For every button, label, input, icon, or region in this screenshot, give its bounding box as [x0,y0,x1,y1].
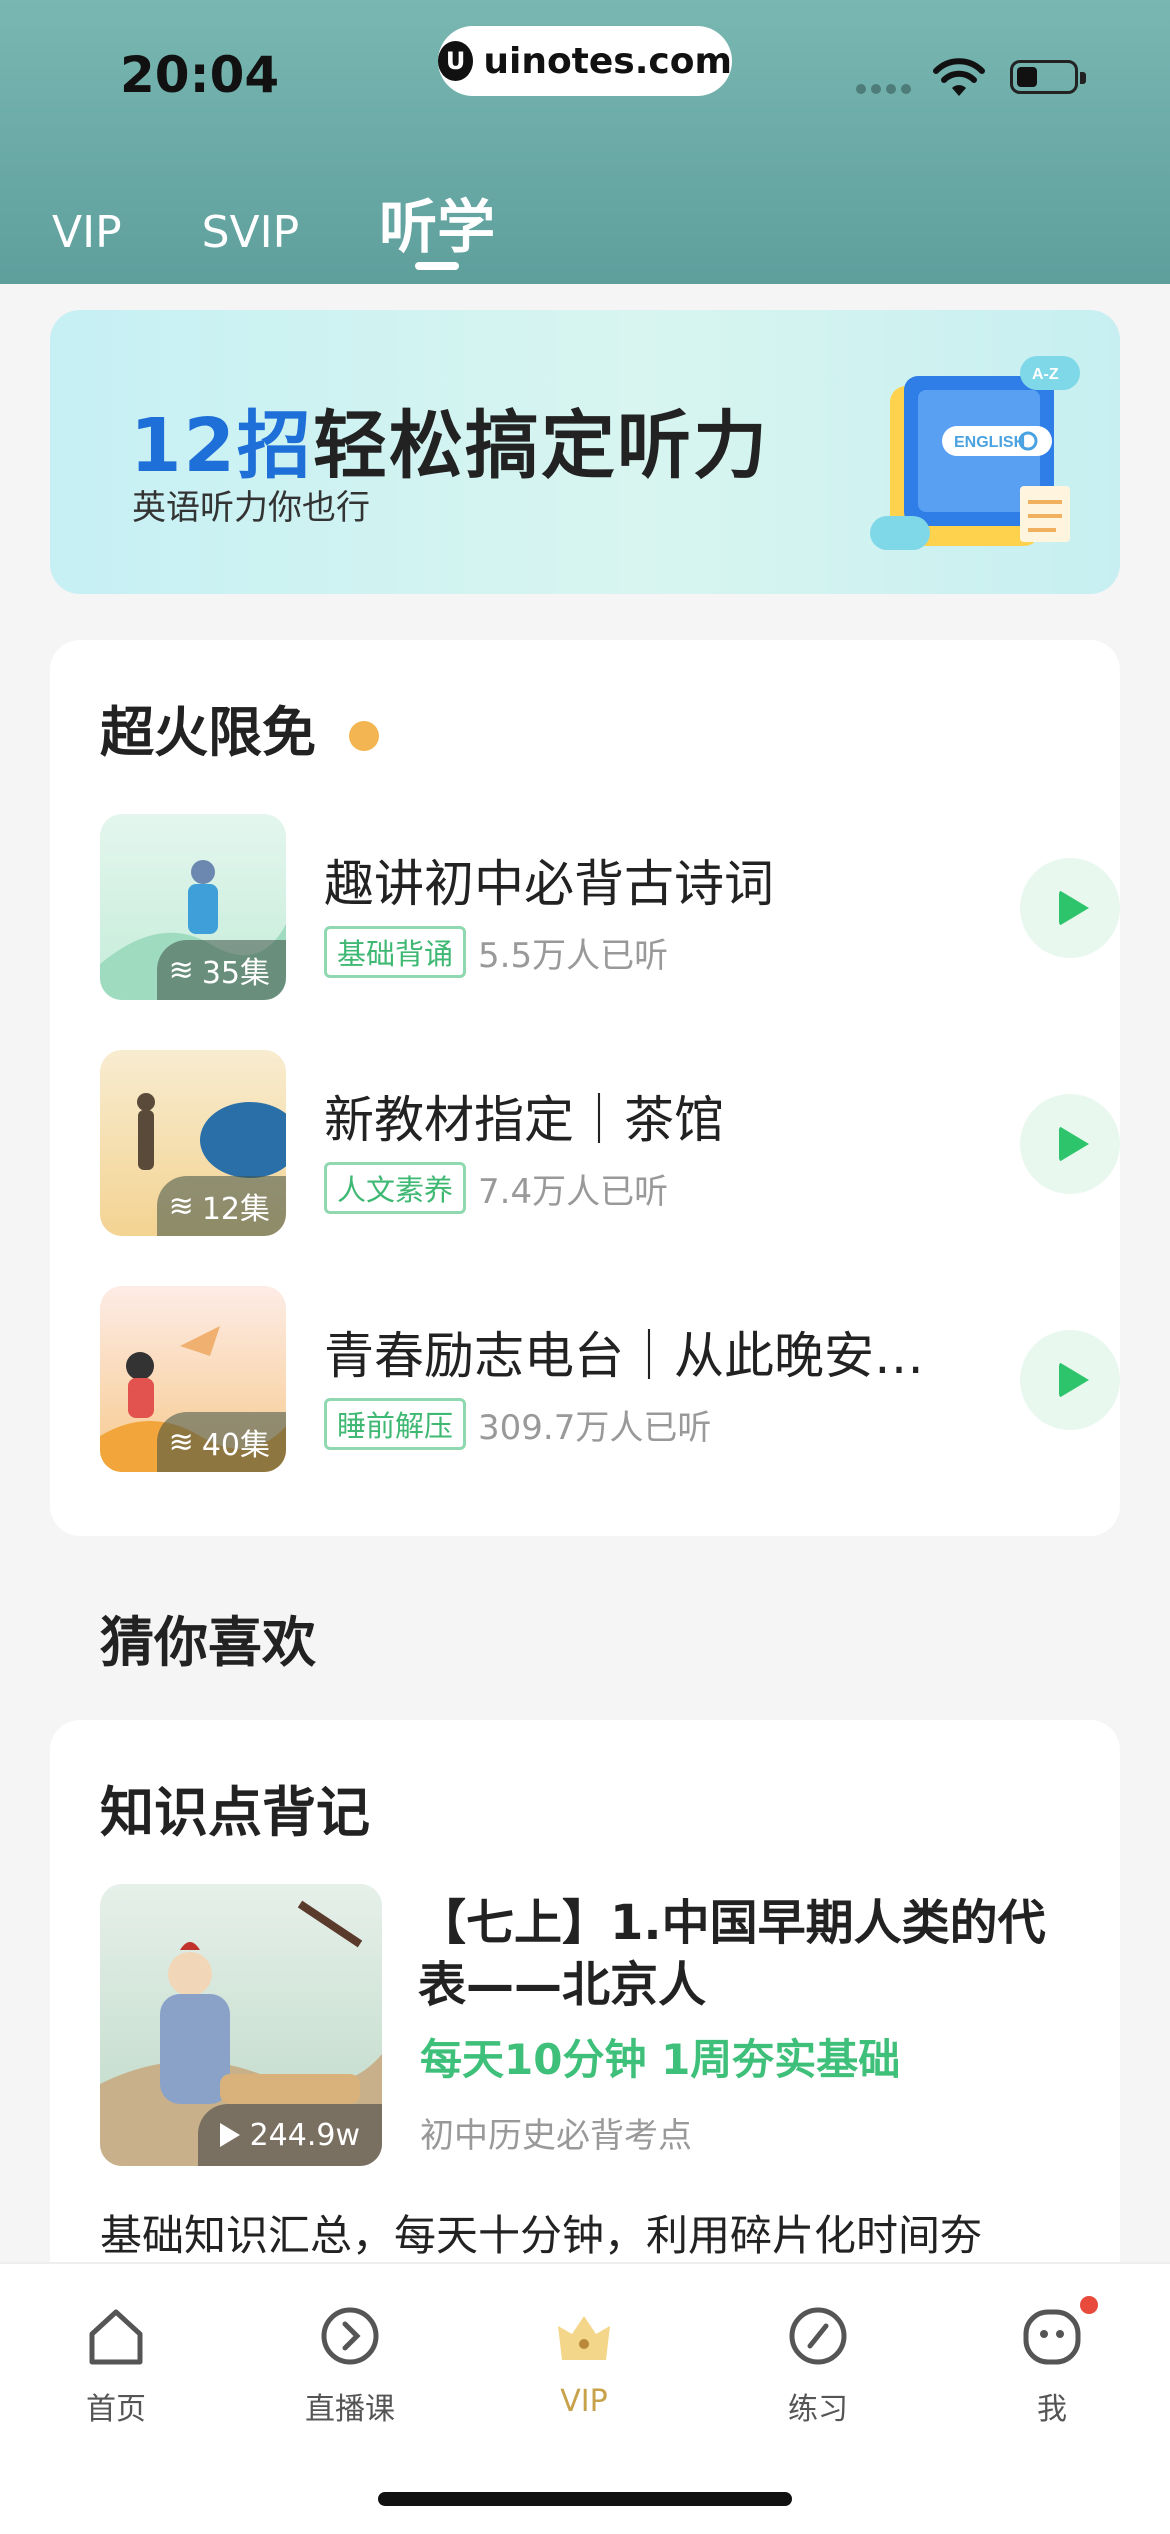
battery-icon [1010,60,1086,94]
knowledge-slogan: 每天10分钟 1周夯实基础 [420,2035,901,2084]
knowledge-cover-image: 244.9w [100,1884,382,2166]
play-button[interactable] [1020,1330,1120,1430]
knowledge-description: 基础知识汇总，每天十分钟，利用碎片化时间夯 [100,2211,983,2260]
play-icon [1059,1126,1089,1162]
signal-icon [856,84,911,94]
layers-icon: ≋ [168,952,194,988]
wifi-icon [933,58,985,96]
profile-icon [1023,2309,1081,2365]
hot-section-card: 超火限免 ≋35集 趣讲初中必背古诗词 基础背诵 5.5万人已听 ≋12集 [50,640,1120,1536]
item-cover-image: ≋ 35集 [100,814,286,1000]
tablet-english-text: ENGLISH [954,434,1025,451]
item-cover-image: ≋ 12集 [100,1050,286,1236]
knowledge-card-title: 知识点背记 [100,1781,370,1844]
tablet-az-text: A-Z [1032,366,1059,383]
layers-icon: ≋ [168,1424,194,1460]
header: 20:04 U uinotes.com VIP SVIP 听学 [0,0,1170,284]
play-icon [1059,890,1089,926]
pencil-icon [789,2307,847,2365]
listener-count: 7.4万人已听 [478,1171,669,1212]
nav-practice[interactable]: 练习 [738,2304,898,2428]
promo-banner[interactable]: 12招轻松搞定听力 英语听力你也行 ENGLISH A-Z [50,310,1120,594]
play-button[interactable] [1020,858,1120,958]
item-cover-image: ≋ 40集 [100,1286,286,1472]
tablet-illustration-icon: ENGLISH A-Z [870,356,1080,550]
nav-vip[interactable]: VIP [504,2304,664,2419]
episode-badge: ≋ 35集 [156,940,286,1000]
list-item[interactable]: ≋ 12集 新教材指定｜茶馆 人文素养 7.4万人已听 [100,1050,1120,1236]
item-tag: 睡前解压 [324,1398,467,1450]
top-tabs: VIP SVIP 听学 [52,180,575,270]
knowledge-item-title[interactable]: 【七上】1.中国早期人类的代表——北京人 [418,1892,1078,2016]
play-small-icon [219,2123,240,2147]
notification-badge [1080,2296,1098,2314]
list-item[interactable]: ≋ 40集 青春励志电台｜从此晚安… 睡前解压 309.7万人已听 [100,1286,1120,1472]
banner-title: 12招轻松搞定听力 [130,403,769,489]
home-icon [89,2309,143,2365]
list-item[interactable]: ≋ 35集 趣讲初中必背古诗词 基础背诵 5.5万人已听 [100,814,1120,1000]
knowledge-category: 初中历史必背考点 [420,2116,692,2156]
item-title: 青春励志电台｜从此晚安… [324,1327,924,1385]
play-button[interactable] [1020,1094,1120,1194]
listener-count: 309.7万人已听 [478,1407,712,1448]
tab-listen[interactable]: 听学 [379,180,495,270]
layers-icon: ≋ [168,1188,194,1224]
url-pill[interactable]: U uinotes.com [438,26,732,96]
hot-section-title: 超火限免 [100,688,379,767]
uinotes-logo-icon: U [438,41,474,81]
live-icon [321,2307,379,2365]
item-tag: 基础背诵 [324,926,467,978]
item-title: 新教材指定｜茶馆 [324,1091,724,1149]
tab-svip[interactable]: SVIP [202,207,300,258]
guess-section-title: 猜你喜欢 [100,1611,316,1674]
status-time: 20:04 [120,46,280,104]
item-tag: 人文素养 [324,1162,467,1214]
nav-me[interactable]: 我 [972,2296,1132,2428]
home-indicator[interactable] [378,2492,792,2506]
episode-badge: ≋ 40集 [156,1412,286,1472]
banner-subtitle: 英语听力你也行 [132,488,370,528]
item-title: 趣讲初中必背古诗词 [324,855,774,913]
fire-icon [348,721,379,752]
tab-vip[interactable]: VIP [52,207,122,258]
episode-badge: ≋ 12集 [156,1176,286,1236]
url-text: uinotes.com [483,40,732,82]
play-count-badge: 244.9w [197,2104,382,2166]
play-icon [1059,1362,1089,1398]
listener-count: 5.5万人已听 [478,935,669,976]
nav-home[interactable]: 首页 [36,2304,196,2428]
crown-icon [558,2316,610,2360]
nav-live[interactable]: 直播课 [270,2304,430,2428]
